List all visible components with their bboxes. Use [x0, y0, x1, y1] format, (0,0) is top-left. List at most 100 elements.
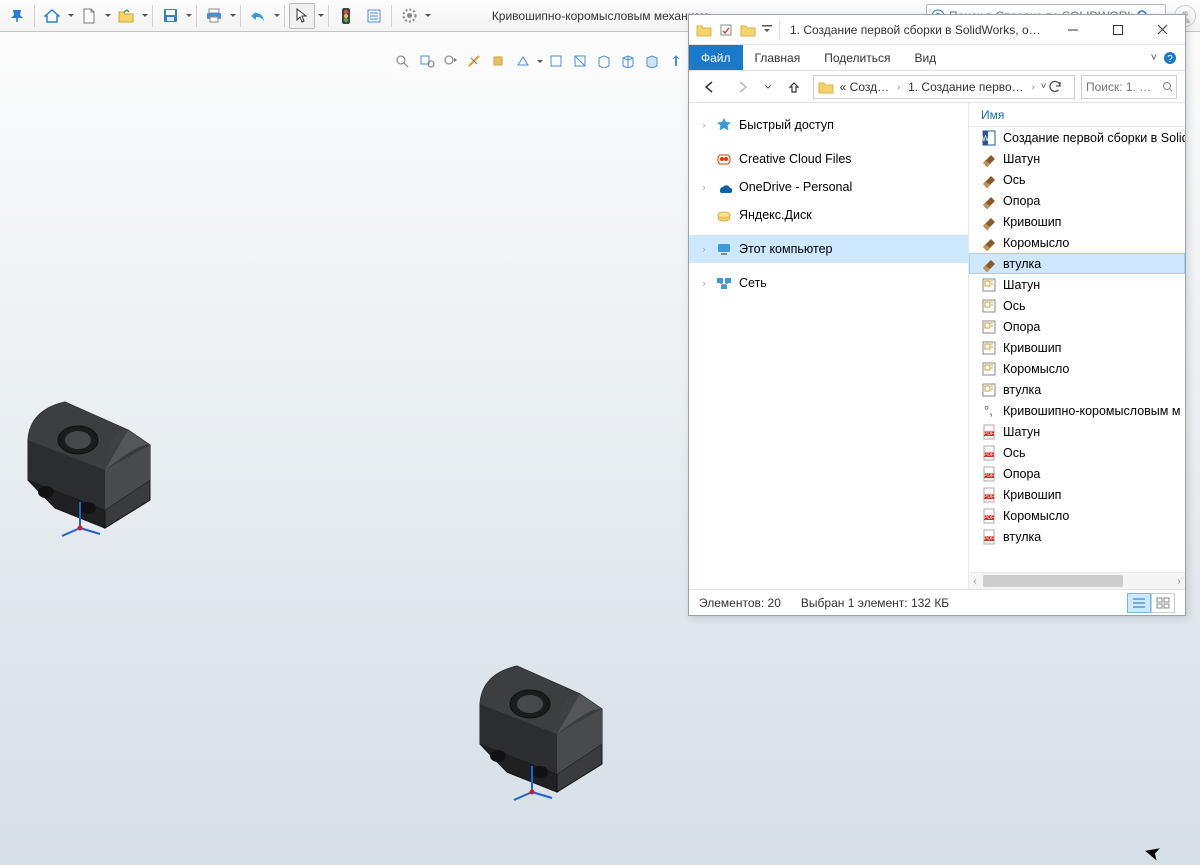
save-icon[interactable]	[157, 3, 183, 29]
save-dropdown[interactable]	[185, 3, 192, 29]
qat-folder-icon[interactable]	[693, 19, 715, 41]
explorer-titlebar[interactable]: 1. Создание первой сборки в SolidWorks, …	[689, 15, 1185, 45]
nav-item-network[interactable]: › Сеть	[689, 269, 968, 297]
explorer-search-box[interactable]	[1081, 75, 1177, 99]
breadcrumb-dropdown[interactable]: ˅	[1041, 81, 1047, 92]
file-item[interactable]: Коромысло	[969, 358, 1185, 379]
sldprt-icon	[981, 214, 997, 230]
maximize-button[interactable]	[1095, 15, 1140, 44]
normal-to-icon[interactable]	[665, 50, 687, 72]
nav-item-onedrive[interactable]: › OneDrive - Personal	[689, 173, 968, 201]
close-button[interactable]	[1140, 15, 1185, 44]
options-list-icon[interactable]	[361, 3, 387, 29]
select-dropdown[interactable]	[317, 3, 324, 29]
display-style-2-icon[interactable]	[569, 50, 591, 72]
part-instance-2[interactable]	[462, 644, 632, 804]
minimize-button[interactable]	[1050, 15, 1095, 44]
qat-customize-dropdown[interactable]	[759, 19, 775, 41]
breadcrumb-seg-1[interactable]: « Созд…	[836, 80, 893, 94]
zoom-area-icon[interactable]	[416, 50, 438, 72]
file-item[interactable]: PDF втулка	[969, 526, 1185, 547]
file-item[interactable]: Опора	[969, 316, 1185, 337]
section-view-icon[interactable]	[464, 50, 486, 72]
file-item[interactable]: Шатун	[969, 274, 1185, 295]
ribbon-tab-file[interactable]: Файл	[689, 45, 743, 70]
open-dropdown[interactable]	[141, 3, 148, 29]
breadcrumb-bar[interactable]: « Созд… › 1. Создание перво… › ˅	[813, 75, 1075, 99]
nav-item-label: Яндекс.Диск	[739, 208, 812, 222]
svg-text:PDF: PDF	[984, 536, 994, 542]
view-orient-dropdown[interactable]	[536, 48, 543, 74]
ribbon-expand-icon[interactable]: ˅	[1151, 52, 1157, 64]
nav-item-star[interactable]: › Быстрый доступ	[689, 111, 968, 139]
explorer-search-input[interactable]	[1086, 80, 1158, 94]
qat-newfolder-icon[interactable]	[737, 19, 759, 41]
part-instance-1[interactable]	[10, 380, 180, 540]
file-item[interactable]: Коромысло	[969, 232, 1185, 253]
print-icon[interactable]	[201, 3, 227, 29]
nav-back-button[interactable]	[697, 74, 723, 100]
dynamic-section-icon[interactable]	[488, 50, 510, 72]
breadcrumb-seg-2[interactable]: 1. Создание перво…	[904, 80, 1028, 94]
file-item[interactable]: °, Кривошипно-коромысловым м	[969, 400, 1185, 421]
ribbon-tab-home[interactable]: Главная	[743, 45, 813, 70]
file-item[interactable]: PDF Шатун	[969, 421, 1185, 442]
nav-item-pc[interactable]: › Этот компьютер	[689, 235, 968, 263]
ribbon-tab-view[interactable]: Вид	[902, 45, 948, 70]
file-item[interactable]: PDF Опора	[969, 463, 1185, 484]
settings-dropdown[interactable]	[424, 3, 431, 29]
nav-item-yadisk[interactable]: Яндекс.Диск	[689, 201, 968, 229]
file-item[interactable]: Ось	[969, 169, 1185, 190]
horizontal-scrollbar[interactable]: ‹ ›	[969, 572, 1185, 589]
file-item[interactable]: PDF Коромысло	[969, 505, 1185, 526]
display-style-5-icon[interactable]	[641, 50, 663, 72]
refresh-button[interactable]	[1049, 80, 1071, 93]
nav-expand-caret[interactable]: ›	[699, 278, 709, 288]
new-icon[interactable]	[76, 3, 102, 29]
pin-icon[interactable]	[4, 3, 30, 29]
home-dropdown[interactable]	[67, 3, 74, 29]
nav-expand-caret[interactable]: ›	[699, 244, 709, 254]
file-item[interactable]: Кривошип	[969, 337, 1185, 358]
file-item[interactable]: втулка	[969, 253, 1185, 274]
nav-up-button[interactable]	[781, 74, 807, 100]
ribbon-help-icon[interactable]: ?	[1163, 51, 1177, 65]
open-icon[interactable]	[113, 3, 139, 29]
home-icon[interactable]	[39, 3, 65, 29]
file-item[interactable]: Кривошип	[969, 211, 1185, 232]
view-details-button[interactable]	[1127, 593, 1151, 613]
breadcrumb-caret-1[interactable]: ›	[895, 82, 902, 92]
undo-icon[interactable]	[245, 3, 271, 29]
file-item[interactable]: Опора	[969, 190, 1185, 211]
nav-item-cc[interactable]: Creative Cloud Files	[689, 145, 968, 173]
file-name-label: Коромысло	[1003, 509, 1069, 523]
sldasm-icon: °,	[981, 403, 997, 419]
view-orient-icon[interactable]	[512, 50, 534, 72]
nav-recent-dropdown[interactable]	[761, 74, 775, 100]
file-item[interactable]: Ось	[969, 295, 1185, 316]
select-icon[interactable]	[289, 3, 315, 29]
display-style-3-icon[interactable]	[593, 50, 615, 72]
ribbon-tab-share[interactable]: Поделиться	[812, 45, 902, 70]
nav-expand-caret[interactable]: ›	[699, 120, 709, 130]
nav-expand-caret[interactable]: ›	[699, 182, 709, 192]
new-dropdown[interactable]	[104, 3, 111, 29]
file-item[interactable]: PDF Ось	[969, 442, 1185, 463]
traffic-light-icon[interactable]	[333, 3, 359, 29]
qat-properties-icon[interactable]	[715, 19, 737, 41]
column-header-name[interactable]: Имя	[969, 103, 1185, 127]
display-style-4-icon[interactable]	[617, 50, 639, 72]
zoom-fit-icon[interactable]	[392, 50, 414, 72]
file-item[interactable]: Шатун	[969, 148, 1185, 169]
file-item[interactable]: W Создание первой сборки в Solid	[969, 127, 1185, 148]
nav-forward-button[interactable]	[729, 74, 755, 100]
breadcrumb-caret-2[interactable]: ›	[1030, 82, 1037, 92]
display-style-1-icon[interactable]	[545, 50, 567, 72]
file-item[interactable]: втулка	[969, 379, 1185, 400]
prev-view-icon[interactable]	[440, 50, 462, 72]
settings-gear-icon[interactable]	[396, 3, 422, 29]
file-item[interactable]: PDF Кривошип	[969, 484, 1185, 505]
undo-dropdown[interactable]	[273, 3, 280, 29]
print-dropdown[interactable]	[229, 3, 236, 29]
view-thumbnails-button[interactable]	[1151, 593, 1175, 613]
